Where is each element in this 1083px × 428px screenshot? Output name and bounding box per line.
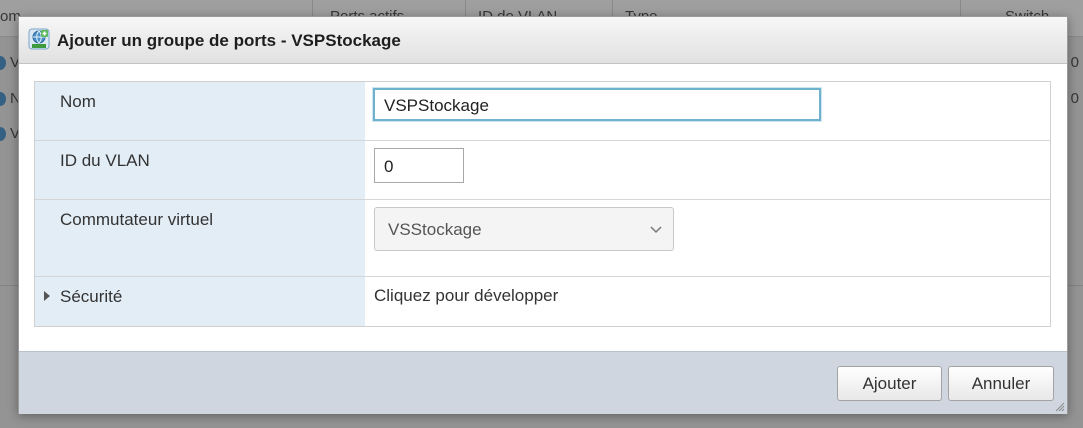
security-expand-hint[interactable]: Cliquez pour développer — [374, 286, 558, 306]
dialog-titlebar[interactable]: Ajouter un groupe de ports - VSPStockage — [19, 17, 1067, 64]
port-group-form: Nom VSPStockage ID du VLAN 0 Commutateur… — [34, 81, 1051, 327]
vlan-id-label: ID du VLAN — [60, 151, 150, 170]
form-row-divider — [35, 140, 1050, 141]
dialog-title: Ajouter un groupe de ports - VSPStockage — [57, 31, 401, 50]
name-label: Nom — [60, 92, 96, 111]
portgroup-globe-icon — [28, 28, 50, 50]
name-input[interactable]: VSPStockage — [373, 88, 821, 121]
cancel-button[interactable]: Annuler — [948, 366, 1054, 401]
chevron-down-icon — [650, 226, 662, 234]
dialog-footer: Ajouter Annuler — [19, 351, 1067, 414]
dialog-body: Nom VSPStockage ID du VLAN 0 Commutateur… — [19, 64, 1067, 351]
virtual-switch-label: Commutateur virtuel — [60, 210, 214, 229]
form-row-divider — [35, 199, 1050, 200]
expand-triangle-icon[interactable] — [44, 291, 50, 301]
virtual-switch-select[interactable]: VSStockage — [374, 207, 674, 251]
vlan-id-input[interactable]: 0 — [374, 148, 464, 183]
add-port-group-dialog: Ajouter un groupe de ports - VSPStockage… — [18, 16, 1068, 414]
virtual-switch-selected-value: VSStockage — [388, 220, 482, 239]
resize-grip-icon[interactable] — [1055, 402, 1065, 412]
form-row-divider — [35, 276, 1050, 277]
security-section-toggle[interactable]: Sécurité — [60, 287, 122, 307]
add-button[interactable]: Ajouter — [837, 366, 942, 401]
